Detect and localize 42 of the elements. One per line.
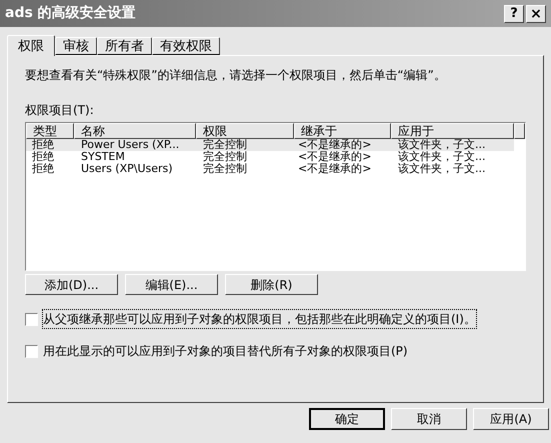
tab[interactable]: 所有者 [97,37,152,55]
permission-row[interactable]: 拒绝 SYSTEM 完全控制 <不是继承的> 该文件夹，子文... [26,151,514,163]
table-cell-text: Power Users (XP... [80,139,180,151]
table-cell-text: 拒绝 [31,151,55,163]
column-header[interactable]: 继承于 [294,123,391,139]
dialog-button[interactable]: 应用(A) [473,408,549,430]
dialog-button[interactable]: 确定 [309,408,385,430]
table-cell-text: 拒绝 [31,139,55,151]
tab[interactable]: 有效权限 [152,37,220,55]
tab[interactable]: 审核 [55,37,97,55]
table-cell-text: 完全控制 [202,163,248,175]
list-label: 权限项目(T): [25,102,95,119]
table-cell-text: SYSTEM [80,151,126,163]
window-title: ads 的高级安全设置 [5,4,136,23]
table-cell-text: 完全控制 [202,151,248,163]
column-header[interactable]: 名称 [74,123,196,139]
table-cell-text: 拒绝 [31,163,55,175]
description-text: 要想查看有关“特殊权限”的详细信息，请选择一个权限项目，然后单击“编辑”。 [25,67,447,84]
list-button[interactable]: 删除(R) [225,274,318,295]
checkbox-label[interactable]: 从父项继承那些可以应用到子对象的权限项目，包括那些在此明确定义的项目(I)。 [43,310,476,328]
table-cell-text: <不是继承的> [297,139,372,151]
close-button[interactable]: × [526,4,546,22]
dialog-button[interactable]: 取消 [391,408,467,430]
table-cell-text: <不是继承的> [297,151,372,163]
column-header[interactable]: 类型 [26,123,74,139]
help-button[interactable]: ? [504,4,524,22]
table-cell-text: 该文件夹，子文... [397,139,486,151]
table-cell-text: Users (XP\Users) [80,163,174,175]
list-button[interactable]: 编辑(E)... [125,274,218,295]
checkbox[interactable] [25,344,38,358]
permission-row[interactable]: 拒绝 Power Users (XP... 完全控制 <不是继承的> 该文件夹，子文... [26,139,514,151]
table-cell-text: 完全控制 [202,139,248,151]
tab[interactable]: 权限 [7,35,55,56]
table-cell-text: 该文件夹，子文... [397,163,486,175]
permission-row[interactable]: 拒绝 Users (XP\Users) 完全控制 <不是继承的> 该文件夹，子文... [26,163,514,175]
checkbox[interactable] [25,312,38,326]
table-cell-text: <不是继承的> [297,163,372,175]
column-header[interactable]: 权限 [196,123,294,139]
column-header[interactable]: 应用于 [391,123,514,139]
list-button[interactable]: 添加(D)... [25,274,118,295]
checkbox-label[interactable]: 用在此显示的可以应用到子对象的项目替代所有子对象的权限项目(P) [43,342,408,360]
table-cell-text: 该文件夹，子文... [397,151,486,163]
